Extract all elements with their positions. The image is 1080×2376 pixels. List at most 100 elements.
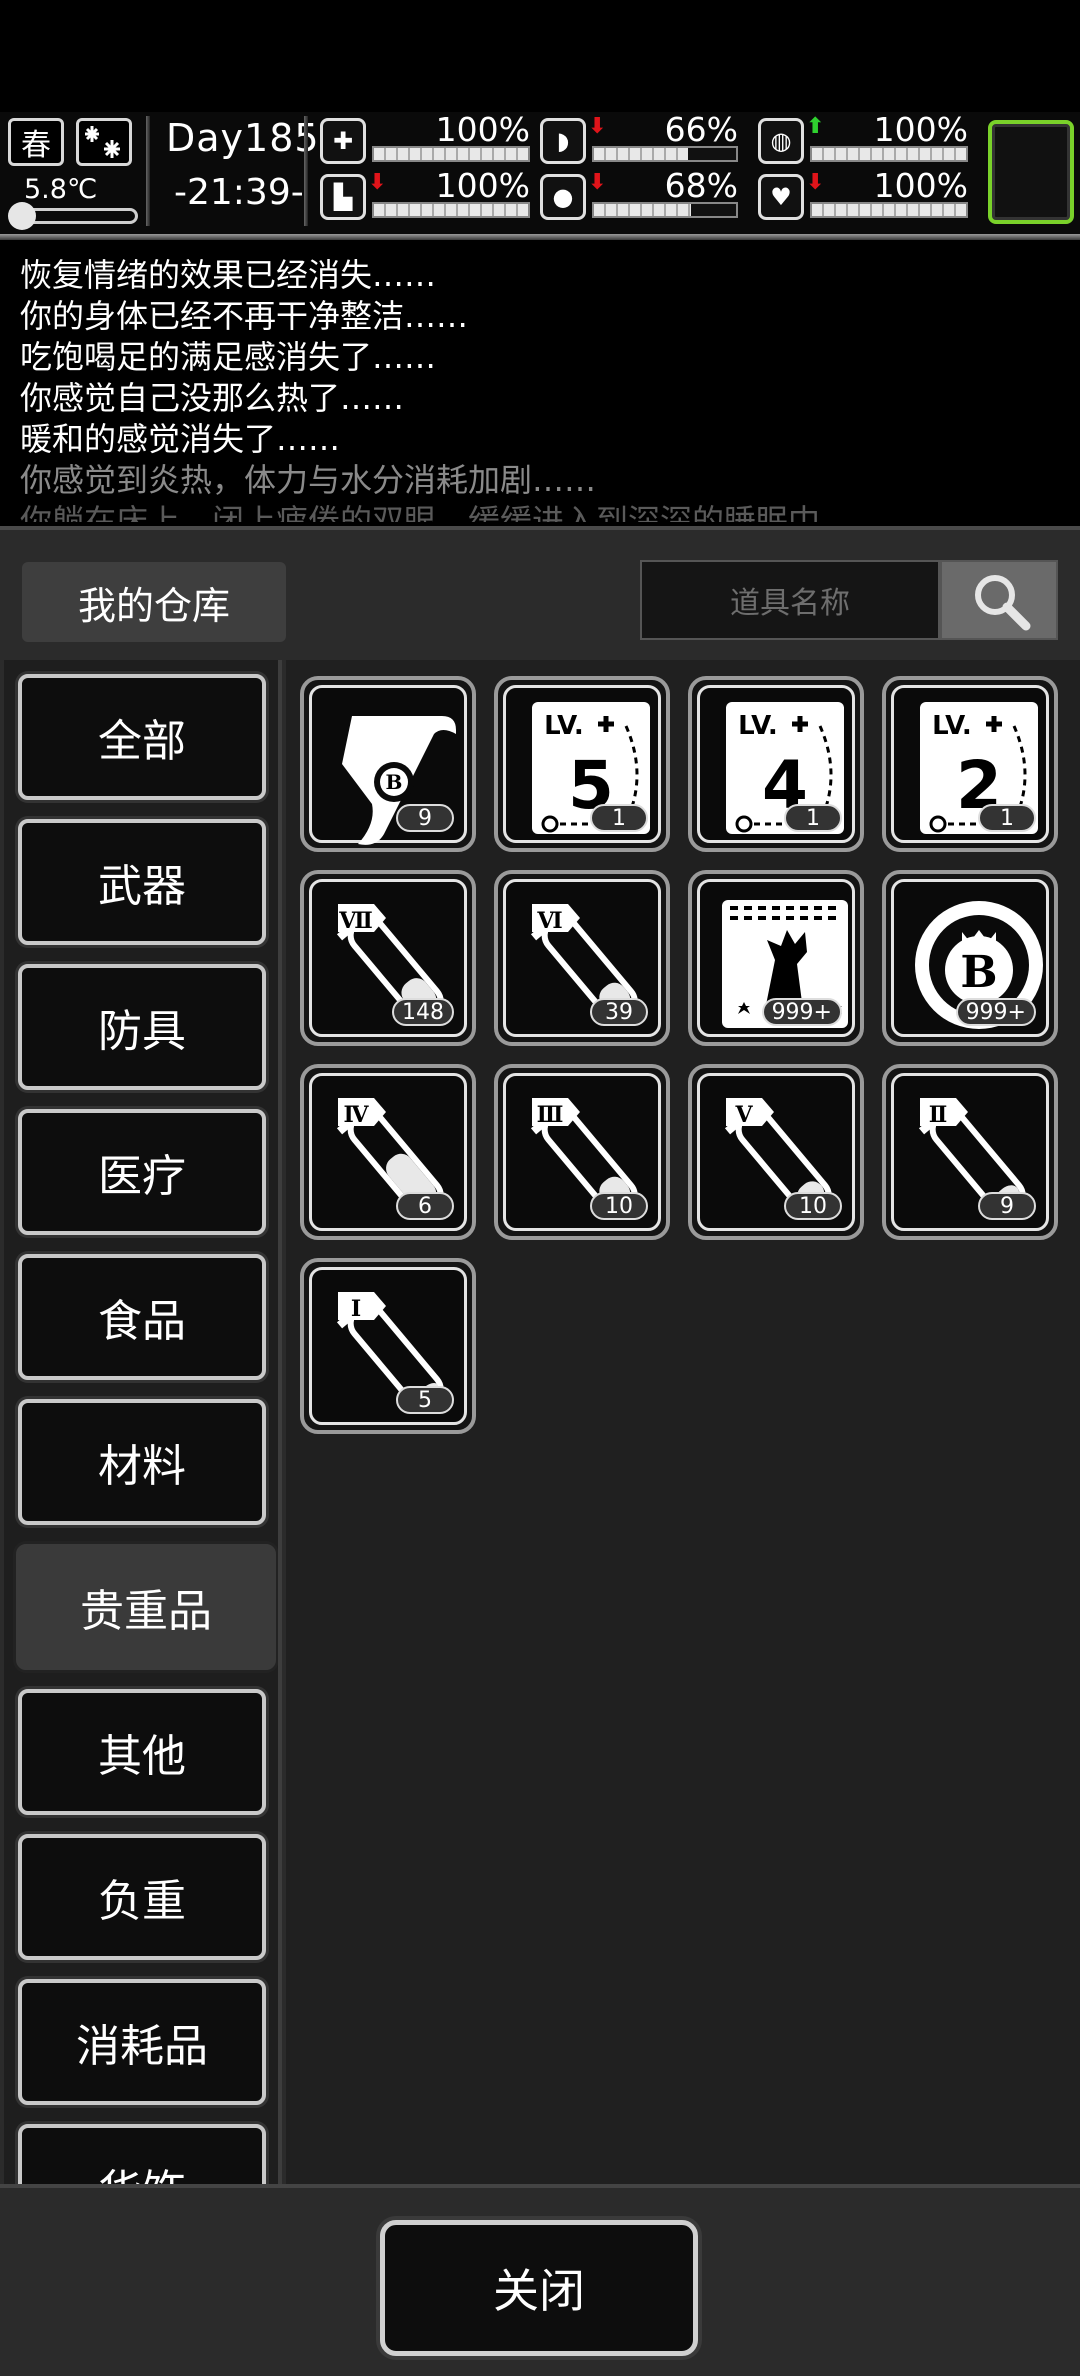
- water-drop-icon: ●: [540, 174, 586, 220]
- heart-icon: ♥: [758, 174, 804, 220]
- item-search-input[interactable]: 道具名称: [640, 560, 940, 640]
- item-grade-label: Ⅵ: [536, 908, 562, 934]
- boot-icon: ▙: [320, 174, 366, 220]
- message-log[interactable]: 恢复情绪的效果已经消失…… 你的身体已经不再干净整洁…… 吃饱喝足的满足感消失了…: [0, 244, 1080, 522]
- log-line: 吃饱喝足的满足感消失了……: [20, 338, 437, 376]
- item-slot[interactable]: Ⅵ 39: [494, 870, 670, 1046]
- item-count-badge: 9: [978, 1192, 1036, 1220]
- category-armor[interactable]: 防具: [18, 964, 266, 1090]
- item-slot[interactable]: LV. 2 1: [882, 676, 1058, 852]
- item-slot[interactable]: B 999+: [882, 870, 1058, 1046]
- trend-arrow-icon: ⬆: [806, 114, 825, 139]
- stat-bar: [592, 146, 738, 162]
- stat-bar: [372, 202, 530, 218]
- clock: -21:39-: [174, 172, 304, 213]
- category-all[interactable]: 全部: [18, 674, 266, 800]
- category-materials[interactable]: 材料: [18, 1399, 266, 1525]
- item-frame: Ⅳ6: [309, 1073, 467, 1231]
- category-weapons[interactable]: 武器: [18, 819, 266, 945]
- item-slot[interactable]: Ⅴ 10: [688, 1064, 864, 1240]
- item-slot[interactable]: Ⅰ5: [300, 1258, 476, 1434]
- stat-sleep: ◍ ⬆ 100%: [758, 110, 968, 168]
- log-line: 恢复情绪的效果已经消失……: [20, 256, 437, 294]
- log-line: 你感觉到炎热，体力与水分消耗加剧……: [20, 461, 597, 499]
- sleep-pill-icon: ◍: [758, 118, 804, 164]
- item-grade-label: Ⅶ: [338, 908, 373, 934]
- item-frame: Ⅵ 39: [503, 879, 661, 1037]
- stat-stamina: ▙ ⬇ 100%: [320, 166, 530, 224]
- stat-bar-fill: [812, 148, 966, 160]
- stat-bar: [810, 202, 968, 218]
- item-grade-label: Ⅴ: [734, 1102, 753, 1128]
- trend-arrow-icon: ⬇: [588, 170, 607, 195]
- close-button[interactable]: 关闭: [380, 2220, 698, 2356]
- divider: [304, 116, 308, 226]
- warehouse-title: 我的仓库: [22, 562, 286, 642]
- item-slot[interactable]: Ⅶ 148: [300, 870, 476, 1046]
- item-grade-label: Ⅲ: [537, 1102, 564, 1128]
- item-slot[interactable]: LV. 5 1: [494, 676, 670, 852]
- category-other[interactable]: 其他: [18, 1689, 266, 1815]
- stat-bar-fill: [374, 204, 528, 216]
- svg-text:B: B: [960, 947, 997, 998]
- item-slot[interactable]: Ⅲ 10: [494, 1064, 670, 1240]
- category-decorations[interactable]: 华饰: [18, 2124, 266, 2184]
- item-frame: 999+: [697, 879, 855, 1037]
- search-button[interactable]: [940, 560, 1058, 640]
- stat-bar-fill: [812, 204, 966, 216]
- item-count-badge: 148: [392, 998, 454, 1026]
- svg-text:LV.: LV.: [738, 711, 778, 741]
- search-icon: [975, 575, 1031, 631]
- item-slot[interactable]: Ⅳ6: [300, 1064, 476, 1240]
- category-valuables[interactable]: 贵重品: [16, 1544, 276, 1670]
- stat-value: 100%: [873, 110, 968, 149]
- log-line: 你躺在床上，闭上疲倦的双眼，缓缓进入到深深的睡眠中……: [20, 502, 885, 522]
- item-frame: Ⅱ9: [891, 1073, 1049, 1231]
- category-sidebar[interactable]: 全部 武器 防具 医疗 食品 材料 贵重品 其他 负重 消耗品 华饰: [4, 660, 282, 2184]
- svg-text:B: B: [386, 770, 403, 794]
- item-grade-label: Ⅱ: [929, 1102, 948, 1128]
- stomach-icon: ◗: [540, 118, 586, 164]
- equipped-slot[interactable]: [988, 120, 1074, 224]
- item-slot[interactable]: LV. 4 1: [688, 676, 864, 852]
- item-slot[interactable]: 999+: [688, 870, 864, 1046]
- stat-bar: [810, 146, 968, 162]
- item-count-badge: 5: [396, 1386, 454, 1414]
- item-count-badge: 10: [784, 1192, 842, 1220]
- item-count-badge: 999+: [761, 998, 842, 1026]
- season-text: 春: [21, 128, 51, 163]
- item-count-badge: 1: [978, 804, 1036, 832]
- category-food[interactable]: 食品: [18, 1254, 266, 1380]
- item-count-badge: 1: [784, 804, 842, 832]
- category-medical[interactable]: 医疗: [18, 1109, 266, 1235]
- item-slot[interactable]: Ⅱ9: [882, 1064, 1058, 1240]
- panel-footer: 关闭: [0, 2184, 1080, 2376]
- item-frame: B 999+: [891, 879, 1049, 1037]
- stat-health: ✚ 100%: [320, 110, 530, 168]
- item-count-badge: 6: [396, 1192, 454, 1220]
- category-consumables[interactable]: 消耗品: [18, 1979, 266, 2105]
- trend-arrow-icon: ⬇: [806, 170, 825, 195]
- temperature-readout: 5.8℃: [24, 174, 98, 205]
- stat-value: 100%: [435, 166, 530, 205]
- category-load[interactable]: 负重: [18, 1834, 266, 1960]
- item-slot[interactable]: B9: [300, 676, 476, 852]
- item-frame: Ⅶ 148: [309, 879, 467, 1037]
- warehouse-panel: 我的仓库 道具名称 全部 武器 防具 医疗 食品 材料 贵重品 其他 负重 消耗…: [0, 526, 1080, 2376]
- log-line: 你的身体已经不再干净整洁……: [20, 297, 469, 335]
- item-count-badge: 39: [590, 998, 648, 1026]
- stat-bar-fill: [594, 204, 691, 216]
- stat-bar: [592, 202, 738, 218]
- trend-arrow-icon: ⬇: [588, 114, 607, 139]
- divider: [146, 116, 150, 226]
- stat-value: 66%: [664, 110, 738, 149]
- stat-bar: [372, 146, 530, 162]
- item-frame: LV. 4 1: [697, 685, 855, 843]
- item-count-badge: 999+: [955, 998, 1036, 1026]
- stat-value: 100%: [435, 110, 530, 149]
- item-grade-label: Ⅰ: [351, 1296, 361, 1322]
- item-count-badge: 1: [590, 804, 648, 832]
- stat-stomach: ◗ ⬇ 66%: [540, 110, 750, 168]
- item-count-badge: 10: [590, 1192, 648, 1220]
- item-frame: Ⅴ 10: [697, 1073, 855, 1231]
